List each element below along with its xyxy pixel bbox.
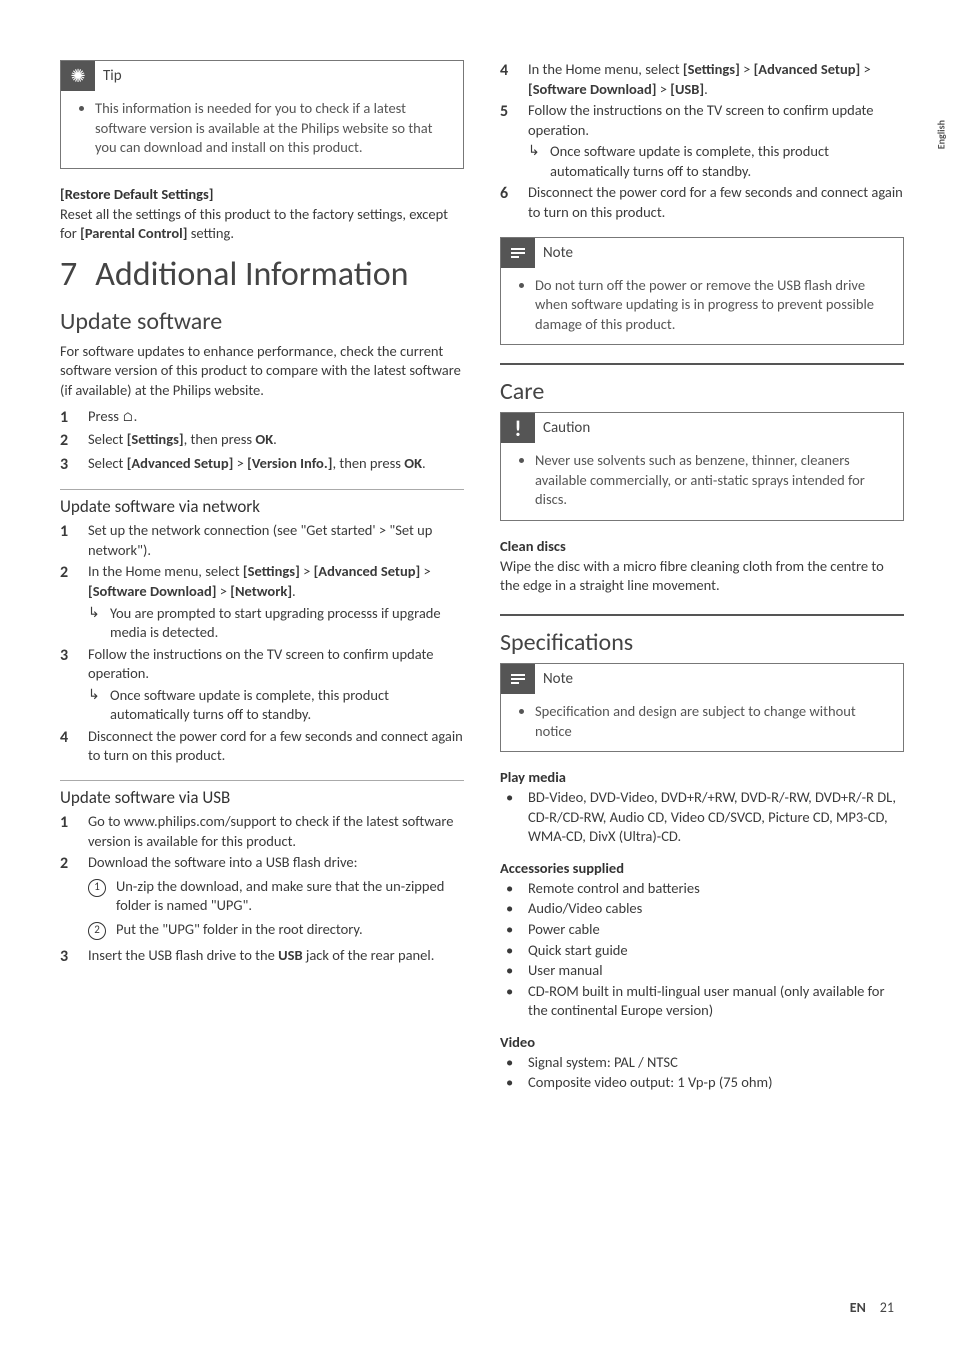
- tip-text: This information is needed for you to ch…: [95, 99, 451, 158]
- left-column: ✺ Tip This information is needed for you…: [60, 60, 464, 1099]
- play-media-list: BD-Video, DVD-Video, DVD+R/+RW, DVD-R/-R…: [500, 788, 904, 847]
- note-title: Note: [543, 670, 573, 688]
- page-footer: EN21: [850, 1299, 894, 1316]
- note-text: Do not turn off the power or remove the …: [535, 276, 891, 335]
- note-icon: [501, 238, 535, 268]
- note-box-2: Note Specification and design are subjec…: [500, 663, 904, 752]
- right-column: 4 In the Home menu, select [Settings] > …: [500, 60, 904, 1099]
- accessories-list: Remote control and batteries Audio/Video…: [500, 879, 904, 1021]
- network-steps: 1Set up the network connection (see "Get…: [60, 521, 464, 766]
- tip-title: Tip: [103, 67, 122, 85]
- caution-icon: !: [501, 413, 535, 443]
- language-tab: English: [934, 120, 947, 149]
- note-text: Specification and design are subject to …: [535, 702, 891, 741]
- note-title: Note: [543, 244, 573, 262]
- note-icon: [501, 664, 535, 694]
- clean-discs-heading: Clean discs: [500, 537, 904, 555]
- tip-icon: ✺: [61, 61, 95, 91]
- note-box-1: Note Do not turn off the power or remove…: [500, 237, 904, 346]
- tip-box: ✺ Tip This information is needed for you…: [60, 60, 464, 169]
- update-steps: 1 Press ⌂. 2 Select [Settings], then pre…: [60, 407, 464, 476]
- care-heading: Care: [500, 377, 904, 406]
- restore-heading: [Restore Default Settings]: [60, 185, 464, 203]
- clean-discs-text: Wipe the disc with a micro fibre cleanin…: [500, 557, 904, 596]
- update-software-heading: Update software: [60, 307, 464, 336]
- video-list: Signal system: PAL / NTSC Composite vide…: [500, 1053, 904, 1093]
- specifications-heading: Specifications: [500, 628, 904, 657]
- chapter-title: 7 Additional Information: [60, 254, 464, 295]
- video-heading: Video: [500, 1033, 904, 1051]
- usb-steps-cont: 4 In the Home menu, select [Settings] > …: [500, 60, 904, 223]
- caution-title: Caution: [543, 419, 590, 437]
- usb-steps: 1Go to www.philips.com/support to check …: [60, 812, 464, 967]
- network-heading: Update software via network: [60, 489, 464, 517]
- caution-text: Never use solvents such as benzene, thin…: [535, 451, 891, 510]
- restore-text: Reset all the settings of this product t…: [60, 205, 464, 244]
- update-intro: For software updates to enhance performa…: [60, 342, 464, 401]
- play-media-heading: Play media: [500, 768, 904, 786]
- accessories-heading: Accessories supplied: [500, 859, 904, 877]
- usb-heading: Update software via USB: [60, 780, 464, 808]
- caution-box: ! Caution Never use solvents such as ben…: [500, 412, 904, 521]
- home-icon: ⌂: [122, 409, 133, 427]
